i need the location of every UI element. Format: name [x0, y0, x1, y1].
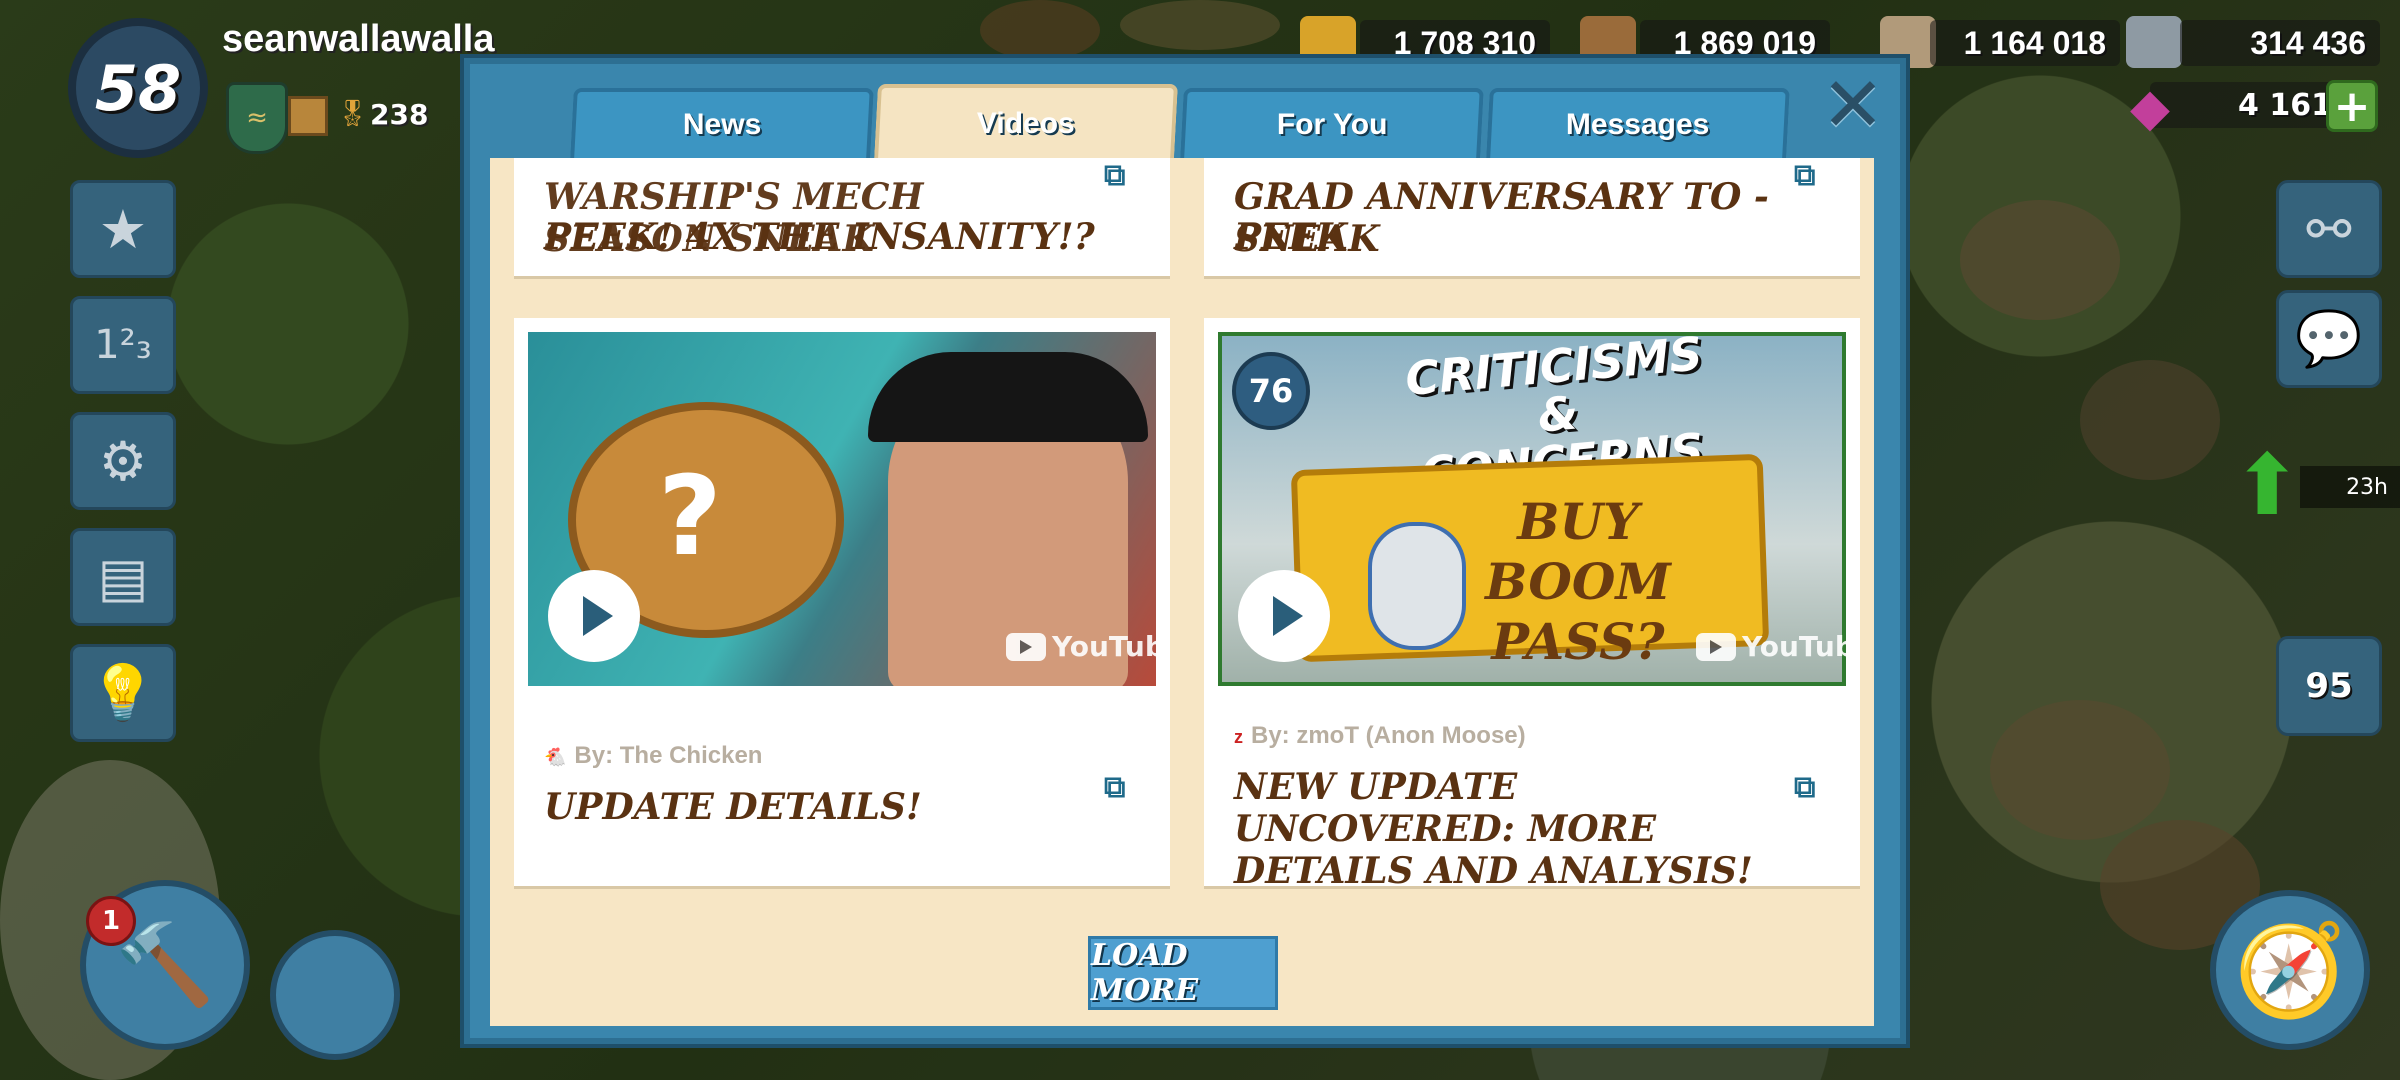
- tab-videos[interactable]: Videos: [874, 84, 1178, 160]
- leaderboard-icon: 1²₃: [94, 322, 152, 368]
- video-thumbnail[interactable]: ? YouTube: [528, 332, 1156, 686]
- external-link-icon[interactable]: ⧉: [1104, 158, 1125, 193]
- author-avatar-icon: 🐔: [544, 747, 567, 767]
- video-card-3[interactable]: ? YouTube 🐔 By: The Chicken UPDATE DETAIL…: [514, 318, 1170, 886]
- presenter-cap-image: [868, 352, 1148, 442]
- newspaper-icon: ▤: [97, 545, 149, 609]
- close-button[interactable]: ✕: [1818, 67, 1888, 143]
- video-card-2[interactable]: GRAD ANNIVERSARY TO - SNEAK PEEK ⧉: [1204, 158, 1860, 276]
- player-level-badge[interactable]: 58: [68, 18, 208, 158]
- youtube-icon: [1696, 632, 1736, 661]
- video-title: PEEK! 4X THE INSANITY!?: [544, 216, 1095, 258]
- map-button[interactable]: 🧭: [2210, 890, 2370, 1050]
- chat-button[interactable]: 💬: [2276, 290, 2382, 388]
- diamond-icon: ◆: [2130, 78, 2170, 138]
- bomb-icon: [1368, 522, 1466, 650]
- video-title: PEEK: [1234, 216, 1348, 258]
- add-diamonds-button[interactable]: +: [2326, 80, 2378, 132]
- stone-amount: 1 164 018: [1930, 20, 2120, 66]
- video-title: UPDATE DETAILS!: [544, 786, 922, 828]
- youtube-label: YouTube: [1742, 630, 1846, 663]
- player-name[interactable]: seanwallawalla: [222, 18, 495, 61]
- lightbulb-icon: 💡: [89, 661, 157, 724]
- video-author: 🐔 By: The Chicken: [544, 742, 762, 770]
- rank-shield-icon[interactable]: ≈: [226, 82, 288, 154]
- video-thumbnail[interactable]: 76 CRITICISMS & CONCERNS BUY BOOM PASS? …: [1218, 332, 1846, 686]
- tab-videos-label: Videos: [976, 107, 1075, 140]
- external-link-icon[interactable]: ⧉: [1104, 770, 1125, 805]
- load-more-button[interactable]: LOAD MORE: [1088, 936, 1278, 1010]
- medal-count: 238: [370, 98, 429, 131]
- question-mark-icon: ?: [658, 452, 722, 580]
- iron-icon: [2126, 16, 2182, 68]
- settings-button[interactable]: ⚙: [70, 412, 176, 510]
- tab-messages[interactable]: Messages: [1486, 88, 1790, 158]
- gear-icon: ⚙: [98, 429, 148, 493]
- compass-icon: 🧭: [2233, 917, 2347, 1023]
- network-icon: ⚯: [2306, 197, 2352, 261]
- tab-for-you[interactable]: For You: [1180, 88, 1484, 158]
- video-title: NEW UPDATE UNCOVERED: MORE DETAILS AND A…: [1234, 766, 1753, 892]
- author-name: By: zmoT (Anon Moose): [1251, 722, 1526, 749]
- youtube-label: YouTube: [1052, 630, 1156, 663]
- medal-icon: 🎖: [336, 99, 370, 129]
- video-author: z By: zmoT (Anon Moose): [1234, 722, 1526, 750]
- leaderboard-button[interactable]: 1²₃: [70, 296, 176, 394]
- builder-count-badge: 1: [86, 896, 136, 946]
- tab-news-label: News: [682, 108, 762, 141]
- stars-icon: ★: [98, 197, 148, 261]
- play-button[interactable]: [1238, 570, 1330, 662]
- author-avatar-icon: z: [1234, 727, 1243, 747]
- tab-messages-label: Messages: [1566, 108, 1710, 141]
- youtube-logo: YouTube: [1006, 630, 1156, 663]
- tips-button[interactable]: 💡: [70, 644, 176, 742]
- ticket-text: BUY BOOM PASS?: [1485, 492, 1671, 671]
- youtube-icon: [1006, 632, 1046, 661]
- video-card-4[interactable]: 76 CRITICISMS & CONCERNS BUY BOOM PASS? …: [1204, 318, 1860, 892]
- task-force-button[interactable]: ⚯: [2276, 180, 2382, 278]
- star-menu-button[interactable]: ★: [70, 180, 176, 278]
- tab-for-you-label: For You: [1276, 108, 1388, 141]
- shield-count-button[interactable]: 95: [2276, 636, 2382, 736]
- timer-label: 23h: [2300, 466, 2400, 508]
- external-link-icon[interactable]: ⧉: [1794, 158, 1815, 193]
- videos-panel[interactable]: WARSHIP'S MECH SEASON SNEAK PEEK! 4X THE…: [490, 158, 1874, 1026]
- video-card-1[interactable]: WARSHIP'S MECH SEASON SNEAK PEEK! 4X THE…: [514, 158, 1170, 276]
- news-button[interactable]: ▤: [70, 528, 176, 626]
- xp-icon: [288, 96, 328, 136]
- external-link-icon[interactable]: ⧉: [1794, 770, 1815, 805]
- youtube-logo: YouTube: [1696, 630, 1846, 663]
- upgrade-arrow-icon[interactable]: ⬆: [2232, 436, 2302, 534]
- level-badge: 76: [1232, 352, 1310, 430]
- chat-bubble-icon: 💬: [2295, 307, 2363, 370]
- iron-amount: 314 436: [2180, 20, 2380, 66]
- tab-news[interactable]: News: [570, 88, 874, 158]
- inventory-button[interactable]: [270, 930, 400, 1060]
- close-icon: ✕: [1821, 60, 1885, 149]
- diamond-amount: 4 161: [2150, 82, 2350, 128]
- play-button[interactable]: [548, 570, 640, 662]
- author-name: By: The Chicken: [574, 742, 763, 769]
